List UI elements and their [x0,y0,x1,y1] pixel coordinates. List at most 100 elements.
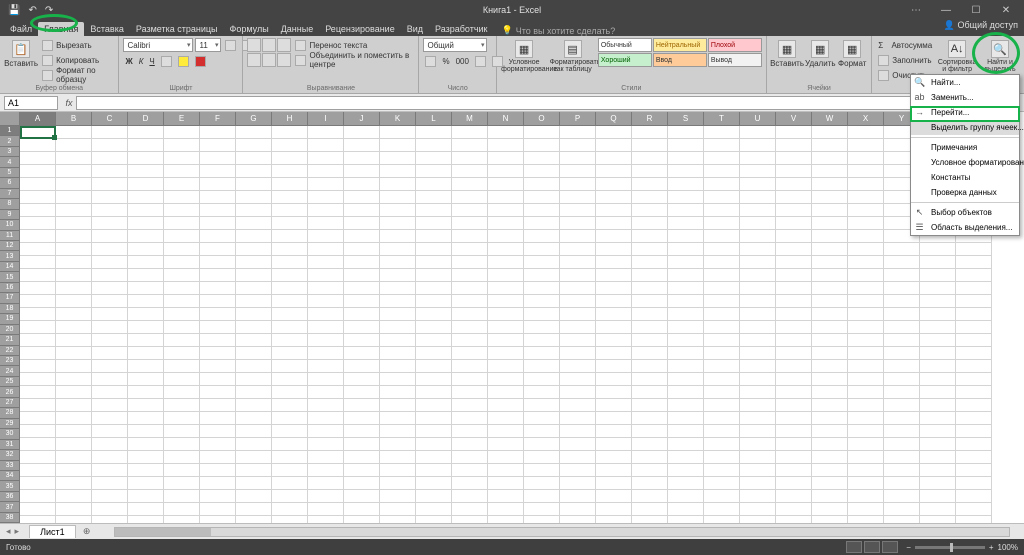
style-bad[interactable]: Плохой [708,38,762,52]
tab-developer[interactable]: Разработчик [429,22,493,36]
horizontal-scrollbar[interactable] [114,527,1010,537]
menu-replace[interactable]: abЗаменить... [911,90,1019,105]
menu-cond-format[interactable]: Условное форматирование [911,155,1019,170]
row-header[interactable]: 34 [0,471,20,481]
row-header[interactable]: 21 [0,335,20,345]
row-header[interactable]: 10 [0,220,20,230]
menu-validation[interactable]: Проверка данных [911,185,1019,200]
column-header[interactable]: B [56,112,92,126]
row-header[interactable]: 29 [0,419,20,429]
column-header[interactable]: N [488,112,524,126]
column-header[interactable]: T [704,112,740,126]
row-header[interactable]: 14 [0,262,20,272]
minimize-icon[interactable]: — [932,5,960,16]
inc-decimal-button[interactable] [473,54,488,68]
tab-layout[interactable]: Разметка страницы [130,22,224,36]
column-header[interactable]: W [812,112,848,126]
cells-area[interactable] [20,126,1024,523]
column-header[interactable]: I [308,112,344,126]
undo-icon[interactable]: ↶ [28,5,36,16]
row-header[interactable]: 22 [0,346,20,356]
row-header[interactable]: 3 [0,147,20,157]
row-header[interactable]: 15 [0,272,20,282]
row-header[interactable]: 30 [0,429,20,439]
menu-notes[interactable]: Примечания [911,140,1019,155]
row-header[interactable]: 18 [0,304,20,314]
format-painter-button[interactable]: Формат по образцу [40,68,114,82]
column-header[interactable]: G [236,112,272,126]
column-header[interactable]: U [740,112,776,126]
italic-button[interactable]: К [137,54,146,68]
row-header[interactable]: 37 [0,502,20,512]
row-header[interactable]: 23 [0,356,20,366]
sheet-nav-next-icon[interactable]: ▸ [15,526,20,537]
merge-center-button[interactable]: Объединить и поместить в центре [293,53,414,67]
column-header[interactable]: V [776,112,812,126]
row-header[interactable]: 7 [0,189,20,199]
column-header[interactable]: X [848,112,884,126]
column-header[interactable]: S [668,112,704,126]
row-header[interactable]: 5 [0,168,20,178]
row-header[interactable]: 35 [0,481,20,491]
tell-me-search[interactable]: 💡 Что вы хотите сделать? [501,25,615,36]
underline-button[interactable]: Ч [147,54,156,68]
delete-cells-button[interactable]: ▦Удалить [805,38,835,70]
tab-file[interactable]: Файл [4,22,38,36]
row-header[interactable]: 4 [0,157,20,167]
row-header[interactable]: 38 [0,513,20,523]
bold-button[interactable]: Ж [123,54,134,68]
share-button[interactable]: 👤 Общий доступ [944,20,1018,31]
zoom-control[interactable]: − + 100% [906,543,1018,552]
select-all-corner[interactable] [0,112,20,126]
style-output[interactable]: Вывод [708,53,762,67]
cut-button[interactable]: Вырезать [40,38,114,52]
row-header[interactable]: 25 [0,377,20,387]
tab-view[interactable]: Вид [401,22,429,36]
menu-goto-special[interactable]: Выделить группу ячеек... [911,120,1019,135]
menu-select-objects[interactable]: ↖Выбор объектов [911,205,1019,220]
row-header[interactable]: 13 [0,251,20,261]
row-header[interactable]: 20 [0,325,20,335]
comma-button[interactable]: 000 [454,54,471,68]
row-header[interactable]: 36 [0,492,20,502]
row-header[interactable]: 32 [0,450,20,460]
row-header[interactable]: 28 [0,408,20,418]
row-header[interactable]: 26 [0,387,20,397]
insert-cells-button[interactable]: ▦Вставить [771,38,803,70]
column-header[interactable]: P [560,112,596,126]
wrap-text-button[interactable]: Перенос текста [293,38,414,52]
sheet-nav-prev-icon[interactable]: ◂ [6,526,11,537]
row-header[interactable]: 33 [0,461,20,471]
row-header[interactable]: 9 [0,210,20,220]
font-name-combo[interactable]: Calibri [123,38,193,52]
column-header[interactable]: J [344,112,380,126]
row-header[interactable]: 1 [0,126,20,136]
close-icon[interactable]: ✕ [992,5,1020,16]
column-header[interactable]: K [380,112,416,126]
alignment-grid[interactable] [247,38,291,67]
paste-button[interactable]: 📋 Вставить [4,38,38,70]
column-header[interactable]: L [416,112,452,126]
column-header[interactable]: C [92,112,128,126]
column-header[interactable]: O [524,112,560,126]
column-header[interactable]: F [200,112,236,126]
tab-data[interactable]: Данные [275,22,320,36]
tab-review[interactable]: Рецензирование [319,22,401,36]
style-normal[interactable]: Обычный [598,38,652,52]
row-header[interactable]: 8 [0,199,20,209]
ribbon-options-icon[interactable]: ⋯ [902,5,930,16]
percent-button[interactable]: % [440,54,451,68]
autosum-button[interactable]: Σ Автосумма [876,38,934,52]
style-good[interactable]: Хороший [598,53,652,67]
menu-constants[interactable]: Константы [911,170,1019,185]
view-buttons[interactable] [846,541,898,553]
style-neutral[interactable]: Нейтральный [653,38,707,52]
menu-find[interactable]: 🔍Найти... [911,75,1019,90]
find-select-button[interactable]: 🔍Найти и выделить [980,38,1020,75]
tab-home[interactable]: Главная [38,22,84,36]
currency-button[interactable] [423,54,438,68]
redo-icon[interactable]: ↷ [45,5,53,16]
row-header[interactable]: 16 [0,283,20,293]
row-header[interactable]: 19 [0,314,20,324]
zoom-in-icon[interactable]: + [989,543,994,552]
